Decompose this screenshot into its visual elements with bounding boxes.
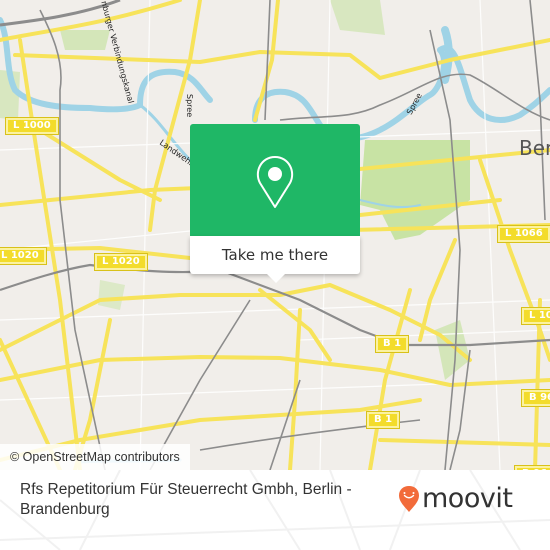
place-name: Rfs Repetitorium Für Steuerrecht Gmbh, B… [20, 481, 352, 518]
brand-wordmark: moovit [422, 483, 513, 514]
take-me-there-button[interactable]: Take me there [190, 236, 360, 274]
river-label-spree: Spree [185, 94, 194, 118]
park [98, 280, 125, 310]
map-attribution[interactable]: © OpenStreetMap contributors [0, 444, 190, 470]
moovit-pin-icon [399, 486, 419, 512]
park [60, 30, 110, 50]
road-shield-b1: B 1 [367, 412, 400, 428]
road [258, 288, 332, 362]
park [435, 320, 470, 380]
park [330, 0, 385, 35]
road [368, 288, 412, 470]
location-popup: Take me there [190, 124, 360, 283]
road-shield-l1020: L 1020 [95, 254, 147, 270]
road-shield-l1000: L 1000 [6, 118, 58, 134]
moovit-logo[interactable]: moovit [398, 483, 513, 514]
road-shield-b96: B 96 [522, 390, 550, 406]
popup-pointer [267, 274, 285, 283]
popup-header [190, 124, 360, 236]
road-shield-l10: L 10 [522, 308, 550, 324]
humboldthafen [441, 26, 453, 84]
road [378, 438, 550, 447]
map-pin-icon [256, 156, 294, 208]
road-shield-l1066: L 1066 [498, 226, 550, 242]
map[interactable]: L 1000 L 1020 L 1020 L 1066 L 10 B 1 B 1… [0, 0, 550, 470]
road-shield-l1020: L 1020 [0, 248, 46, 264]
footer: Rfs Repetitorium Für Steuerrecht Gmbh, B… [0, 470, 550, 550]
road-shield-b1: B 1 [376, 336, 409, 352]
road [38, 128, 162, 202]
city-label: Berlin [519, 136, 550, 160]
park-tiergarten [360, 140, 470, 240]
